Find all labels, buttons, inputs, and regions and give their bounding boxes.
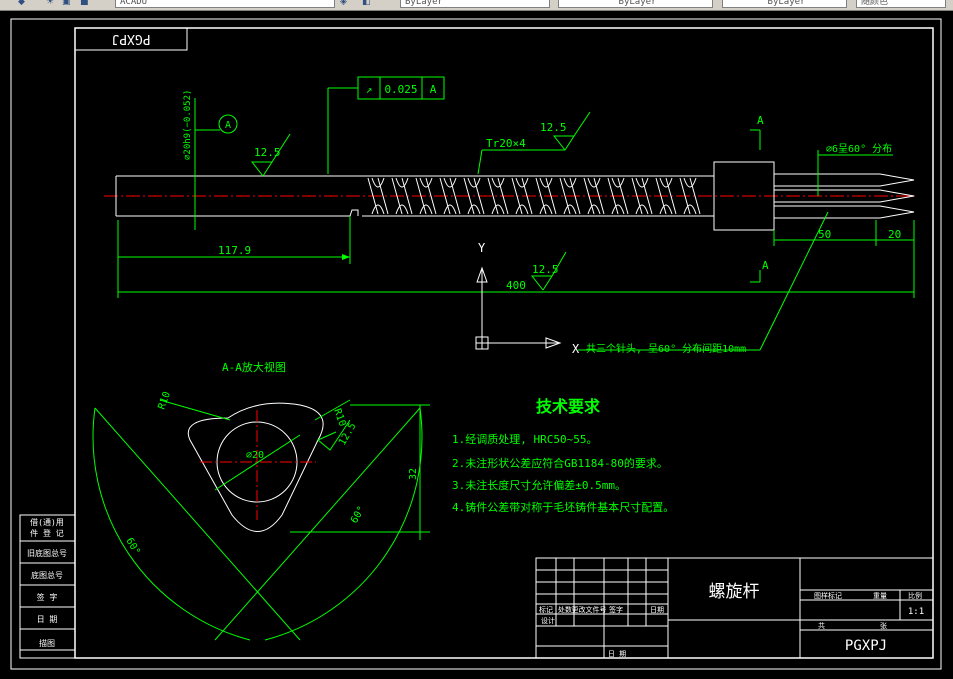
dim-117-9: 117.9 bbox=[218, 244, 251, 257]
roughness-2: 12.5 bbox=[540, 121, 567, 134]
layer-manager-icon[interactable]: ◈ bbox=[340, 0, 350, 7]
part-name: 螺旋杆 bbox=[709, 582, 760, 602]
section-title: A-A放大视图 bbox=[222, 360, 286, 374]
ucs-y: Y bbox=[478, 241, 486, 255]
textstyle-dropdown[interactable]: ACADU bbox=[115, 0, 335, 8]
tech-req-3: 3.未注长度尺寸允许偏差±0.5mm。 bbox=[452, 478, 626, 492]
sheet-total: 共 bbox=[818, 621, 825, 630]
tolerance-value: 0.025 bbox=[384, 83, 417, 96]
scale-value: 1:1 bbox=[908, 607, 924, 617]
sec-dim-60b: 60° bbox=[349, 504, 368, 525]
sheet-label: 张 bbox=[880, 621, 887, 630]
hdr-file: 更改文件号 bbox=[572, 605, 607, 614]
dimension-lines bbox=[117, 87, 915, 351]
strip-cell-7: 描图 bbox=[39, 638, 55, 648]
sec-dim-d20: ⌀20 bbox=[246, 450, 264, 461]
hdr-sign: 签字 bbox=[609, 605, 623, 614]
thread-label: Tr20×4 bbox=[486, 137, 526, 150]
roughness-3: 12.5 bbox=[532, 263, 559, 276]
tech-req-4: 4.铸件公差带对称于毛坯铸件基本尺寸配置。 bbox=[452, 500, 674, 514]
strip-cell-6: 日 期 bbox=[37, 615, 58, 624]
section-mark-bottom: A bbox=[762, 259, 769, 272]
sec-dim-r10a: R10 bbox=[156, 390, 173, 411]
approve-label: 日 期 bbox=[608, 650, 626, 658]
tech-req-2: 2.未注形状公差应符合GB1184-80的要求。 bbox=[452, 456, 668, 470]
linetype-dropdown[interactable]: ByLayer bbox=[558, 0, 713, 8]
cad-drawing: PGXPJ ↗ 0.025 A A ⌀20h9(−0.052) 12.5 12.… bbox=[10, 18, 942, 670]
sec-dim-r10b: R10 bbox=[331, 407, 348, 428]
ucs-x: X bbox=[572, 342, 580, 356]
diameter-dim: ⌀20h9(−0.052) bbox=[183, 90, 193, 160]
strip-cell-5: 签 字 bbox=[37, 592, 58, 602]
leader-note: 共三个针头, 呈60° 分布间距10mm bbox=[586, 342, 746, 355]
runout-icon: ↗ bbox=[366, 83, 373, 96]
sun-icon[interactable]: ☀ bbox=[46, 0, 56, 7]
dim-50: 50 bbox=[818, 228, 831, 241]
design-label: 设计 bbox=[541, 616, 555, 625]
hdr-count: 处数 bbox=[558, 605, 572, 614]
pin-note: ⌀6呈60° 分布 bbox=[826, 143, 892, 155]
hdr-mark: 标记 bbox=[539, 605, 553, 614]
strip-cell-1: 借(通)用 bbox=[30, 517, 64, 527]
tech-req-title: 技术要求 bbox=[536, 397, 601, 416]
dim-20: 20 bbox=[888, 228, 901, 241]
tech-req-1: 1.经调质处理, HRC50~55。 bbox=[452, 433, 597, 446]
color-swatch-icon[interactable]: ■ bbox=[80, 0, 90, 7]
mirrored-code: PGXPJ bbox=[111, 31, 150, 46]
properties-toolbar: ◆ ☀ ▣ ■ ACADU ◈ ◧ ByLayer ByLayer ByLaye… bbox=[0, 0, 953, 11]
layer-previous-icon[interactable]: ◧ bbox=[362, 0, 372, 7]
hdr-date: 日期 bbox=[650, 606, 664, 614]
datum-label: A bbox=[225, 120, 231, 131]
drawing-canvas[interactable]: PGXPJ ↗ 0.025 A A ⌀20h9(−0.052) 12.5 12.… bbox=[0, 11, 953, 679]
weight-label: 重量 bbox=[873, 592, 887, 600]
layer-state-icon[interactable]: ◆ bbox=[18, 0, 28, 7]
plotstyle-dropdown[interactable]: 随颜色 bbox=[856, 0, 946, 8]
section-mark-top: A bbox=[757, 114, 764, 127]
drawing-no: PGXPJ bbox=[845, 638, 887, 654]
color-dropdown[interactable]: ByLayer bbox=[400, 0, 550, 8]
scale-label: 比例 bbox=[908, 591, 922, 600]
stage-mark: 图样标记 bbox=[814, 591, 842, 600]
lock-icon[interactable]: ▣ bbox=[62, 0, 72, 7]
lineweight-dropdown[interactable]: ByLayer bbox=[722, 0, 847, 8]
dim-400: 400 bbox=[506, 279, 526, 292]
strip-cell-4: 底图总号 bbox=[31, 570, 63, 580]
roughness-1: 12.5 bbox=[254, 146, 281, 159]
strip-cell-3: 旧底图总号 bbox=[27, 548, 67, 558]
strip-cell-2: 件 登 记 bbox=[30, 528, 64, 538]
sec-dim-32: 32 bbox=[408, 468, 419, 480]
section-dims bbox=[92, 399, 430, 641]
sec-dim-60a: 60° bbox=[123, 536, 142, 557]
tolerance-datum: A bbox=[430, 83, 437, 96]
